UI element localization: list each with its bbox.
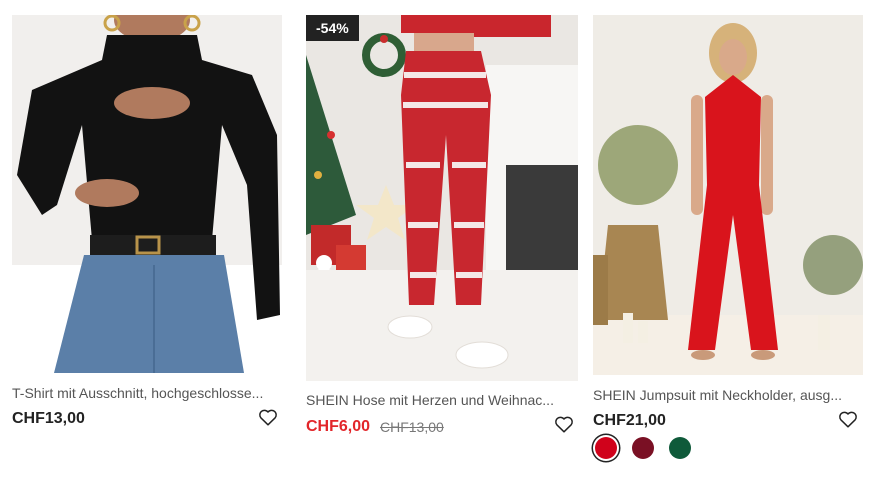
product-image[interactable] — [593, 15, 863, 375]
product-price: CHF21,00 — [593, 412, 666, 429]
product-card[interactable]: T-Shirt mit Ausschnitt, hochgeschlosse..… — [12, 15, 282, 435]
discount-badge: -54% — [306, 15, 359, 41]
color-swatch-green[interactable] — [669, 437, 691, 459]
color-swatch-red[interactable] — [595, 437, 617, 459]
original-price: CHF13,00 — [380, 419, 444, 435]
heart-icon[interactable] — [553, 413, 575, 435]
product-title[interactable]: T-Shirt mit Ausschnitt, hochgeschlosse..… — [12, 385, 280, 401]
product-title[interactable]: SHEIN Hose mit Herzen und Weihnac... — [306, 392, 576, 408]
product-title[interactable]: SHEIN Jumpsuit mit Neckholder, ausg... — [593, 387, 861, 403]
product-price: CHF6,00 — [306, 418, 371, 435]
color-swatch-burgundy[interactable] — [632, 437, 654, 459]
product-image[interactable] — [12, 15, 282, 373]
heart-icon[interactable] — [257, 406, 279, 428]
product-card[interactable]: SHEIN Jumpsuit mit Neckholder, ausg... C… — [593, 15, 863, 465]
product-price: CHF13,00 — [12, 410, 85, 427]
product-card[interactable]: -54% SHEIN Hose mit Herzen und Weihnac..… — [306, 15, 580, 445]
heart-icon[interactable] — [837, 408, 859, 430]
product-image[interactable]: -54% — [306, 15, 578, 381]
